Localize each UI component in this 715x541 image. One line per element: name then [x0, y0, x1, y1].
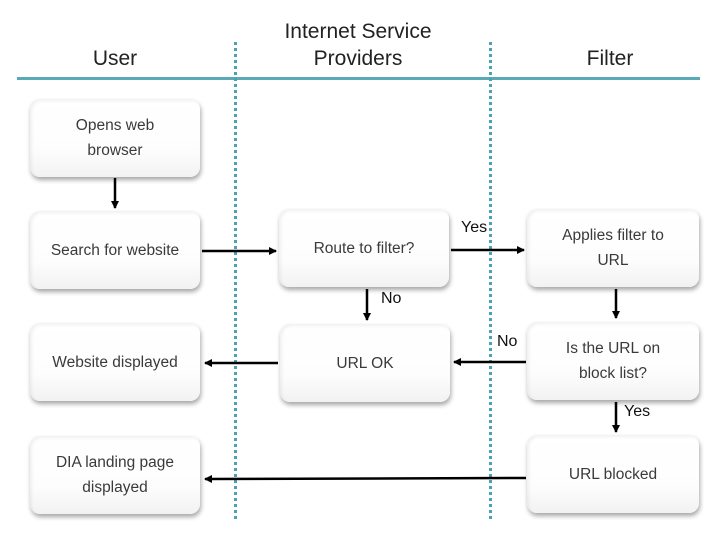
edge-label-block-yes: Yes	[624, 403, 651, 420]
edge-label-route-no: No	[381, 290, 402, 307]
edge-label-route-yes: Yes	[461, 219, 488, 236]
edge-label-block-no: No	[497, 333, 518, 350]
arrow-blocked-to-dia	[204, 474, 527, 483]
flow-arrows	[111, 178, 620, 483]
